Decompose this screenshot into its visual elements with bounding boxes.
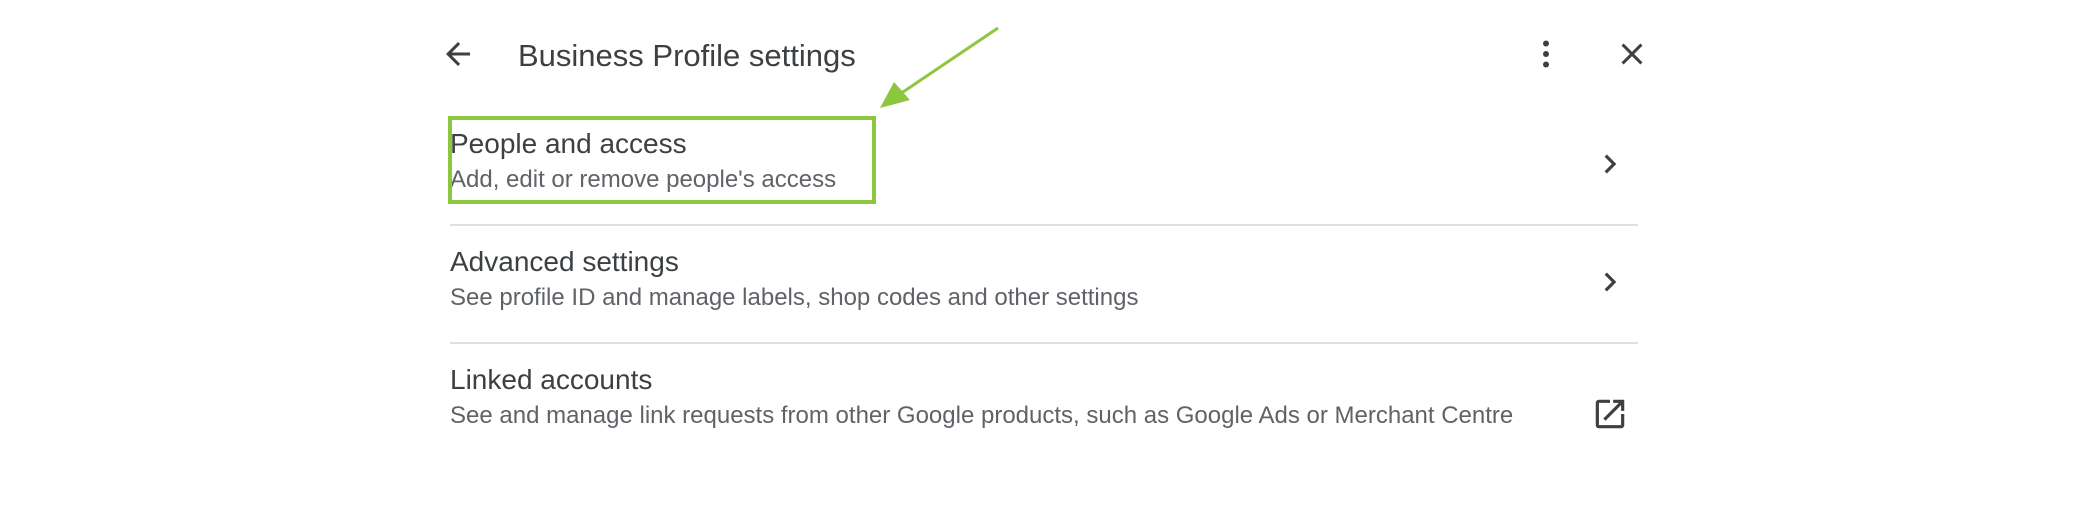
back-button[interactable] [432, 30, 484, 82]
list-item-subtitle: See profile ID and manage labels, shop c… [450, 284, 1139, 311]
list-item-title: Advanced settings [450, 246, 679, 277]
settings-panel: Business Profile settings People and acc… [432, 0, 1652, 525]
list-item-title: People and access [450, 128, 687, 159]
list-item-subtitle: Add, edit or remove people's access [450, 166, 837, 193]
more-options-button[interactable] [1520, 30, 1572, 82]
list-item-title: Linked accounts [450, 364, 653, 395]
arrow-back-icon [440, 36, 476, 77]
list-item-advanced-settings[interactable]: Advanced settings See profile ID and man… [450, 226, 1638, 344]
close-button[interactable] [1606, 30, 1658, 82]
settings-list: People and access Add, edit or remove pe… [450, 108, 1638, 484]
list-item-subtitle: See and manage link requests from other … [450, 402, 1514, 429]
list-item-linked-accounts[interactable]: Linked accounts See and manage link requ… [450, 344, 1638, 484]
list-item-text: People and access Add, edit or remove pe… [450, 126, 1530, 198]
open-in-new-icon [1590, 394, 1630, 434]
list-item-people-and-access[interactable]: People and access Add, edit or remove pe… [450, 108, 1638, 226]
list-item-text: Advanced settings See profile ID and man… [450, 244, 1530, 316]
chevron-right-icon [1590, 144, 1630, 184]
close-icon [1614, 36, 1650, 77]
list-item-text: Linked accounts See and manage link requ… [450, 362, 1530, 434]
more-vert-icon [1528, 36, 1564, 77]
header: Business Profile settings [432, 20, 1652, 92]
chevron-right-icon [1590, 262, 1630, 302]
page-title: Business Profile settings [518, 38, 856, 73]
